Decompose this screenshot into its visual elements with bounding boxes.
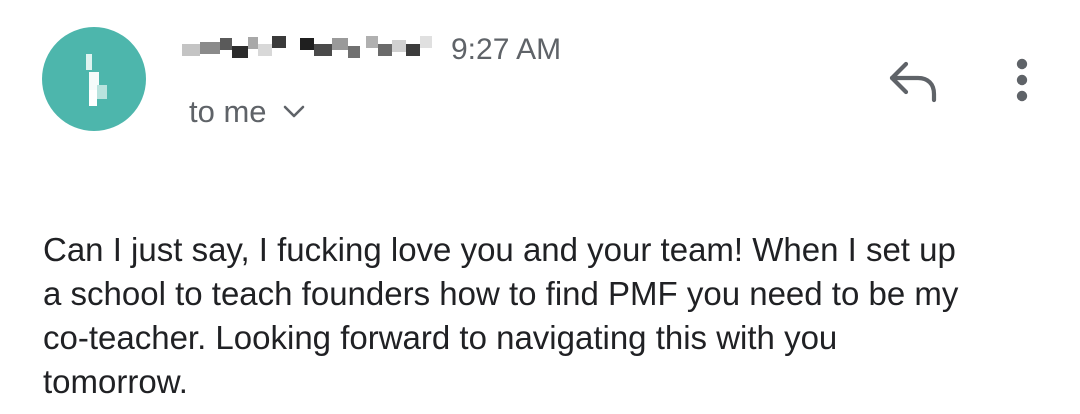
message-body-line: tomorrow. xyxy=(43,363,188,400)
avatar-pixelated-initial xyxy=(86,54,92,70)
recipients-toggle[interactable]: to me xyxy=(189,92,305,132)
message-timestamp: 9:27 AM xyxy=(451,33,562,66)
more-options-button[interactable] xyxy=(996,52,1048,108)
reply-icon xyxy=(889,61,937,103)
message-body-line: co-teacher. Looking forward to navigatin… xyxy=(43,319,838,356)
avatar-pixelated-initial xyxy=(89,90,97,106)
recipients-label: to me xyxy=(189,94,267,129)
message-body-line: Can I just say, I fucking love you and y… xyxy=(43,231,956,268)
sender-avatar[interactable] xyxy=(42,27,146,131)
reply-button[interactable] xyxy=(880,52,944,108)
more-vertical-icon xyxy=(1016,58,1028,102)
sender-name-redacted xyxy=(182,34,442,64)
chevron-down-icon xyxy=(283,105,304,118)
message-body: Can I just say, I fucking love you and y… xyxy=(43,228,1063,404)
message-body-line: a school to teach founders how to find P… xyxy=(43,275,959,312)
avatar-pixelated-initial xyxy=(97,85,107,99)
